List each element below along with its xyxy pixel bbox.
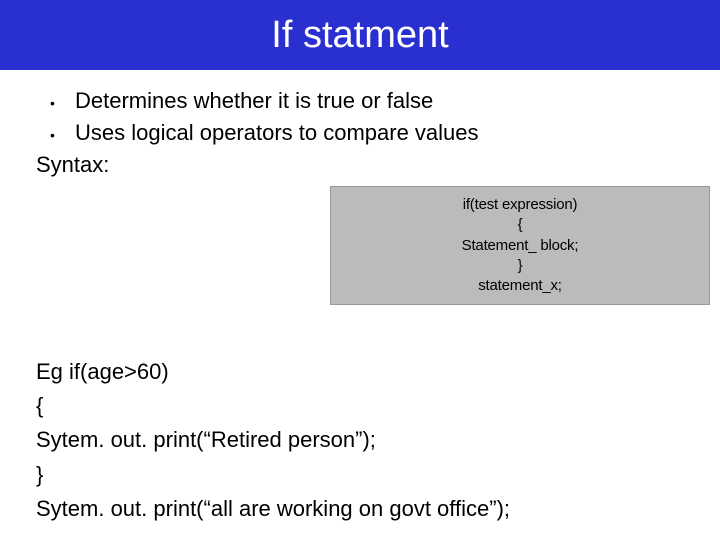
example-block: Eg if(age>60) { Sytem. out. print(“Retir… [36, 355, 690, 525]
syntax-code-box: if(test expression) { Statement_ block; … [330, 186, 710, 305]
code-line: Statement_ block; [341, 236, 699, 256]
example-line: Sytem. out. print(“all are working on go… [36, 492, 690, 526]
bullet-item: • Determines whether it is true or false [30, 88, 690, 114]
bullet-item: • Uses logical operators to compare valu… [30, 120, 690, 146]
bullet-marker: • [30, 127, 75, 143]
bullet-text: Uses logical operators to compare values [75, 120, 479, 146]
content-area: • Determines whether it is true or false… [0, 70, 720, 526]
example-line: Sytem. out. print(“Retired person”); [36, 423, 690, 457]
example-line: Eg if(age>60) [36, 355, 690, 389]
code-line: { [341, 215, 699, 235]
example-line: } [36, 458, 690, 492]
bullet-marker: • [30, 95, 75, 111]
code-line: statement_x; [341, 276, 699, 296]
slide-title: If statment [271, 14, 448, 57]
bullet-text: Determines whether it is true or false [75, 88, 433, 114]
code-line: } [341, 256, 699, 276]
example-line: { [36, 389, 690, 423]
syntax-label: Syntax: [36, 152, 690, 178]
code-line: if(test expression) [341, 195, 699, 215]
title-bar: If statment [0, 0, 720, 70]
